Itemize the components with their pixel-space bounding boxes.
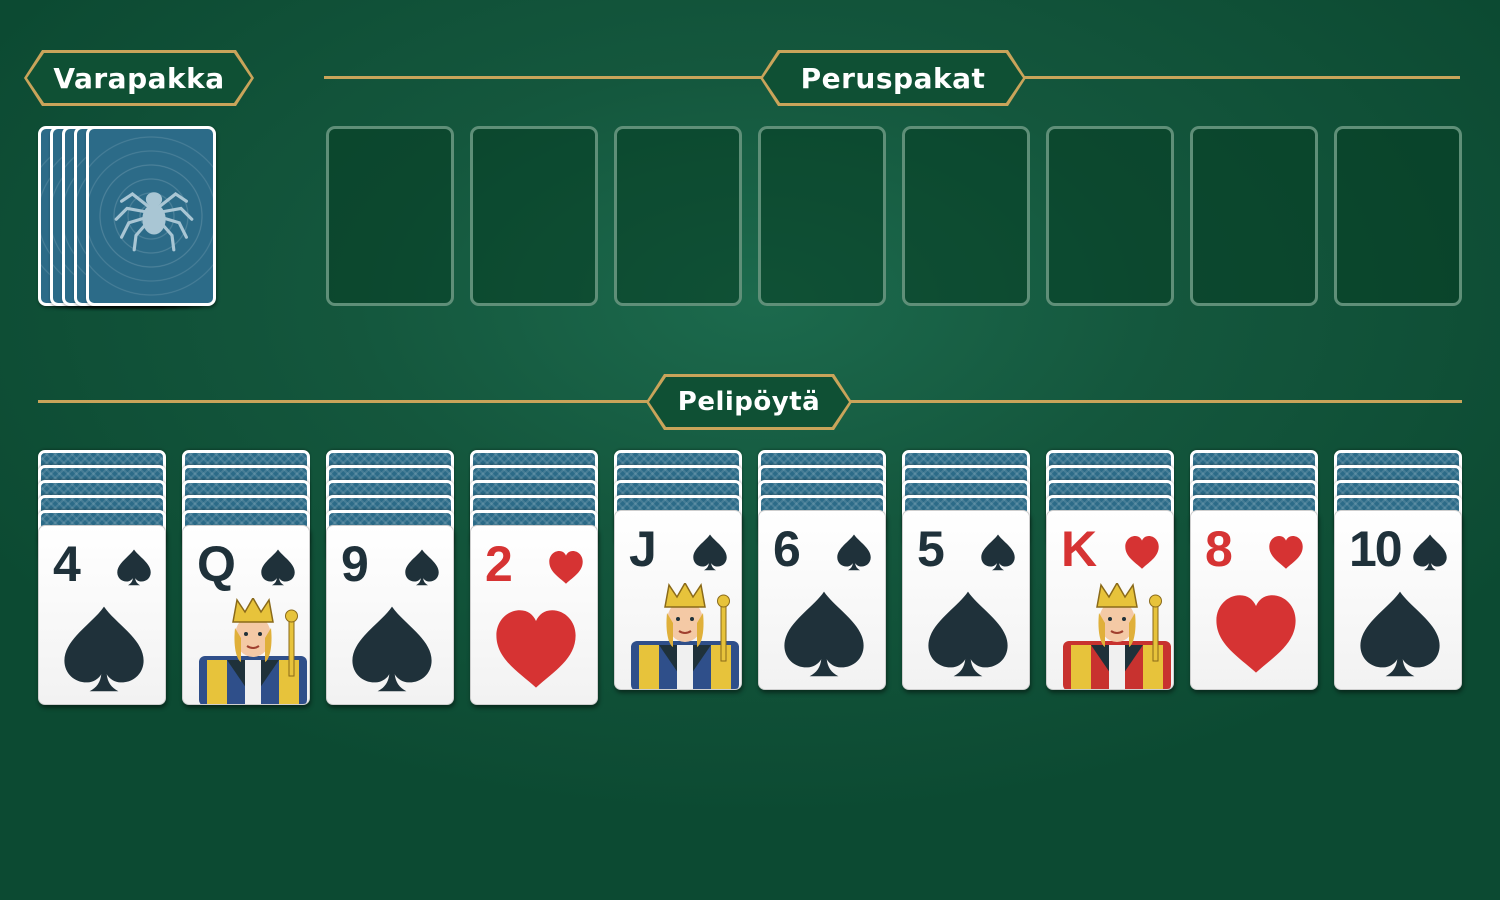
card-rank: 5 bbox=[917, 521, 945, 577]
spade-large-icon bbox=[784, 591, 864, 677]
spade-icon bbox=[405, 549, 439, 586]
foundation-slot[interactable] bbox=[1190, 126, 1318, 306]
foundation-slot[interactable] bbox=[326, 126, 454, 306]
tableau-card[interactable]: 2 bbox=[470, 525, 598, 705]
card-rank: Q bbox=[197, 536, 236, 592]
foundations-label: Peruspakat bbox=[763, 53, 1023, 103]
foundations-rule-left bbox=[324, 76, 764, 79]
foundation-slot[interactable] bbox=[902, 126, 1030, 306]
card-rank: 10 bbox=[1349, 521, 1403, 577]
card-rank: 2 bbox=[485, 536, 513, 592]
foundations-rule-right bbox=[1022, 76, 1460, 79]
jack-portrait bbox=[631, 583, 739, 689]
heart-icon bbox=[1125, 536, 1159, 569]
foundation-slot[interactable] bbox=[1046, 126, 1174, 306]
spade-icon bbox=[837, 534, 871, 571]
heart-large-icon bbox=[1216, 595, 1296, 673]
heart-icon bbox=[549, 551, 583, 584]
card-rank: 6 bbox=[773, 521, 801, 577]
tableau-card[interactable]: 8 bbox=[1190, 510, 1318, 690]
card-rank: J bbox=[629, 521, 657, 577]
card-rank: 4 bbox=[53, 536, 81, 592]
spider-icon bbox=[114, 192, 194, 252]
foundation-slot[interactable] bbox=[614, 126, 742, 306]
foundation-slot[interactable] bbox=[758, 126, 886, 306]
tableau-rule-left bbox=[38, 400, 652, 403]
spade-large-icon bbox=[928, 591, 1008, 677]
spade-icon bbox=[261, 549, 295, 586]
spade-icon bbox=[693, 534, 727, 571]
card-rank: K bbox=[1061, 521, 1097, 577]
foundation-slot[interactable] bbox=[470, 126, 598, 306]
king-portrait bbox=[1063, 583, 1171, 689]
tableau-label: Pelipöytä bbox=[649, 377, 849, 427]
foundation-slot[interactable] bbox=[1334, 126, 1462, 306]
tableau-rule-right bbox=[848, 400, 1462, 403]
stock-label-ribbon: Varapakka bbox=[24, 50, 254, 106]
spade-large-icon bbox=[1360, 591, 1440, 677]
spade-icon bbox=[117, 549, 151, 586]
queen-portrait bbox=[199, 598, 307, 704]
tableau-card[interactable]: 6 bbox=[758, 510, 886, 690]
spade-large-icon bbox=[352, 606, 432, 692]
tableau-card[interactable]: 4 bbox=[38, 525, 166, 705]
stock-card-back[interactable] bbox=[86, 126, 216, 306]
tableau-card[interactable]: 5 bbox=[902, 510, 1030, 690]
tableau-label-ribbon: Pelipöytä bbox=[646, 374, 852, 430]
tableau-card[interactable]: 10 bbox=[1334, 510, 1462, 690]
tableau-card[interactable]: 9 bbox=[326, 525, 454, 705]
card-rank: 8 bbox=[1205, 521, 1233, 577]
spade-large-icon bbox=[64, 606, 144, 692]
heart-icon bbox=[1269, 536, 1303, 569]
tableau-card[interactable]: Q bbox=[182, 525, 310, 705]
spade-icon bbox=[1413, 534, 1447, 571]
tableau-card[interactable]: K bbox=[1046, 510, 1174, 690]
card-rank: 9 bbox=[341, 536, 369, 592]
spade-icon bbox=[981, 534, 1015, 571]
heart-large-icon bbox=[496, 610, 576, 688]
tableau-card[interactable]: J bbox=[614, 510, 742, 690]
stock-label: Varapakka bbox=[27, 53, 251, 103]
foundations-label-ribbon: Peruspakat bbox=[760, 50, 1026, 106]
